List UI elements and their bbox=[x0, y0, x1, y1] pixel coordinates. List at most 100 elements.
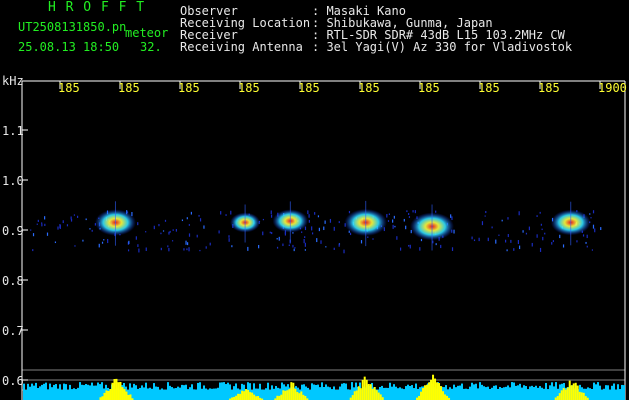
noise-dot bbox=[218, 230, 220, 234]
noise-dot bbox=[386, 215, 388, 218]
noise-dot bbox=[270, 214, 273, 218]
noise-dot bbox=[562, 244, 565, 248]
noise-dot bbox=[544, 232, 546, 235]
noise-dot bbox=[32, 233, 35, 237]
noise-dot bbox=[181, 219, 184, 222]
activity-bar bbox=[27, 383, 29, 400]
noise-dot bbox=[276, 238, 278, 240]
activity-bar bbox=[63, 383, 65, 400]
activity-peak bbox=[363, 376, 366, 400]
noise-dot bbox=[323, 226, 325, 231]
noise-dot bbox=[542, 236, 544, 241]
activity-peak bbox=[377, 392, 380, 400]
date-time: 25.08.13 18:50 bbox=[18, 40, 120, 54]
activity-peak bbox=[113, 379, 116, 400]
activity-bar bbox=[607, 385, 609, 400]
activity-peak bbox=[367, 383, 370, 400]
activity-bar bbox=[143, 387, 145, 400]
noise-dot bbox=[199, 249, 201, 252]
activity-bar bbox=[81, 384, 83, 400]
activity-peak bbox=[570, 385, 573, 400]
activity-bar bbox=[29, 386, 31, 400]
activity-peak bbox=[432, 374, 435, 400]
x-tick: 185 bbox=[178, 81, 200, 95]
activity-bar bbox=[347, 389, 349, 400]
noise-dot bbox=[76, 215, 79, 218]
activity-bar bbox=[167, 382, 169, 400]
noise-dot bbox=[387, 220, 390, 222]
noise-dot bbox=[66, 224, 69, 227]
noise-dot bbox=[203, 225, 205, 229]
noise-dot bbox=[471, 236, 473, 240]
noise-dot bbox=[451, 247, 454, 251]
activity-bar bbox=[619, 389, 621, 400]
activity-bar bbox=[135, 385, 137, 400]
activity-bar bbox=[403, 389, 405, 400]
noise-dot bbox=[435, 210, 437, 213]
noise-dot bbox=[230, 210, 232, 215]
activity-peak bbox=[426, 384, 429, 400]
activity-bar bbox=[471, 382, 473, 400]
activity-bar bbox=[525, 386, 527, 400]
noise-dot bbox=[314, 212, 316, 215]
noise-dot bbox=[85, 218, 87, 221]
noise-dot bbox=[303, 239, 305, 244]
activity-bar bbox=[407, 384, 409, 400]
activity-bar bbox=[179, 387, 181, 400]
activity-peak bbox=[247, 390, 250, 400]
activity-peak bbox=[562, 387, 565, 400]
activity-bar bbox=[91, 382, 93, 400]
activity-bar bbox=[591, 389, 593, 400]
noise-dot bbox=[282, 243, 284, 247]
activity-peak bbox=[574, 382, 577, 400]
noise-dot bbox=[367, 236, 369, 238]
activity-bar bbox=[51, 387, 53, 400]
noise-dot bbox=[485, 210, 487, 214]
activity-bar bbox=[541, 387, 543, 400]
activity-peak bbox=[428, 382, 431, 400]
noise-dot bbox=[198, 214, 200, 217]
activity-bar bbox=[85, 384, 87, 400]
info-label-antenna: Receiving Antenna bbox=[180, 40, 303, 54]
activity-peak bbox=[253, 394, 256, 400]
noise-dot bbox=[531, 242, 533, 247]
activity-peak bbox=[296, 391, 299, 400]
activity-bar bbox=[481, 384, 483, 400]
noise-dot bbox=[316, 238, 318, 243]
noise-dot bbox=[59, 224, 61, 229]
noise-dot bbox=[54, 241, 57, 244]
activity-bar bbox=[505, 386, 507, 400]
noise-dot bbox=[484, 215, 486, 217]
activity-bar bbox=[83, 385, 85, 400]
noise-dot bbox=[551, 242, 553, 245]
noise-dot bbox=[507, 217, 509, 220]
info-value-antenna: : 3el Yagi(V) Az 330 for Vladivostok bbox=[312, 40, 573, 54]
noise-dot bbox=[162, 230, 165, 232]
activity-bar bbox=[455, 387, 457, 400]
activity-bar bbox=[515, 385, 517, 400]
activity-bar bbox=[345, 383, 347, 400]
activity-bar bbox=[25, 389, 27, 400]
activity-bar bbox=[71, 389, 73, 400]
noise-dot bbox=[304, 249, 306, 251]
activity-bar bbox=[613, 383, 615, 400]
noise-dot bbox=[481, 221, 484, 226]
noise-dot bbox=[41, 223, 43, 227]
activity-bar bbox=[389, 382, 391, 400]
activity-bar bbox=[95, 385, 97, 400]
activity-peak bbox=[290, 382, 293, 400]
activity-bar bbox=[313, 384, 315, 400]
noise-dot bbox=[186, 248, 188, 251]
activity-bar bbox=[511, 382, 513, 400]
noise-dot bbox=[552, 240, 554, 243]
activity-bar bbox=[513, 382, 515, 400]
x-tick: 185 bbox=[358, 81, 380, 95]
activity-bar bbox=[475, 383, 477, 400]
activity-peak bbox=[276, 395, 279, 400]
noise-dot bbox=[338, 243, 340, 247]
activity-bar bbox=[615, 389, 617, 400]
activity-bar bbox=[309, 389, 311, 400]
noise-dot bbox=[158, 224, 160, 227]
activity-bar bbox=[499, 386, 501, 400]
noise-dot bbox=[372, 238, 374, 240]
